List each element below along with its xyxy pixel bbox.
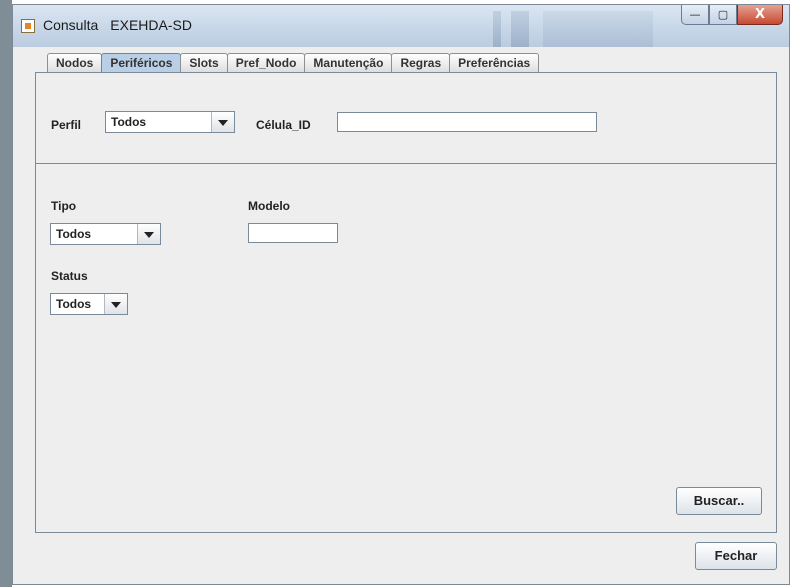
titlebar-decoration — [543, 11, 653, 47]
perfil-label: Perfil — [51, 118, 82, 132]
maximize-button[interactable]: ▢ — [709, 5, 737, 25]
window-title: Consulta EXEHDA-SD — [43, 17, 204, 33]
tab-bar: Nodos Periféricos Slots Pref_Nodo Manute… — [47, 53, 540, 73]
close-icon: X — [754, 7, 766, 22]
tipo-selected-value: Todos — [56, 227, 92, 241]
modelo-label: Modelo — [248, 199, 290, 213]
titlebar-decoration — [493, 11, 501, 47]
perifericos-panel: Perfil Todos Célula_ID Tipo Todos Modelo… — [35, 72, 777, 533]
tab-perifericos[interactable]: Periféricos — [101, 53, 182, 73]
tipo-label: Tipo — [51, 199, 77, 213]
tab-preferencias[interactable]: Preferências — [449, 53, 540, 73]
status-label: Status — [51, 269, 88, 283]
desktop-background — [0, 0, 12, 587]
celula-id-field[interactable] — [337, 112, 597, 132]
modelo-field[interactable] — [248, 223, 338, 243]
chevron-down-icon[interactable] — [211, 112, 234, 132]
tab-manutencao[interactable]: Manutenção — [304, 53, 393, 73]
status-select[interactable]: Todos — [50, 293, 128, 315]
window-title-part: EXEHDA-SD — [110, 17, 192, 33]
minimize-icon: — — [689, 8, 701, 21]
tab-slots[interactable]: Slots — [180, 53, 228, 73]
titlebar-decoration — [511, 11, 529, 47]
chevron-down-icon[interactable] — [104, 294, 127, 314]
maximize-icon: ▢ — [717, 8, 729, 21]
tipo-select[interactable]: Todos — [50, 223, 161, 245]
window-title-part: Consulta — [43, 17, 99, 33]
status-selected-value: Todos — [56, 297, 92, 311]
app-icon — [21, 19, 35, 33]
tab-nodos[interactable]: Nodos — [47, 53, 103, 73]
chevron-down-icon[interactable] — [137, 224, 160, 244]
fechar-button[interactable]: Fechar — [695, 542, 777, 570]
tab-regras[interactable]: Regras — [391, 53, 451, 73]
tab-pref-nodo[interactable]: Pref_Nodo — [226, 53, 306, 73]
section-divider — [36, 163, 776, 164]
celula-id-label: Célula_ID — [256, 118, 311, 132]
buscar-button[interactable]: Buscar.. — [676, 487, 762, 515]
window-controls: — ▢ X — [681, 5, 783, 25]
perfil-selected-value: Todos — [111, 115, 147, 129]
minimize-button[interactable]: — — [681, 5, 709, 25]
title-bar[interactable]: Consulta EXEHDA-SD — ▢ X — [13, 5, 789, 47]
application-window: Consulta EXEHDA-SD — ▢ X Nodos Periférico… — [12, 4, 790, 585]
perfil-select[interactable]: Todos — [105, 111, 235, 133]
close-button[interactable]: X — [737, 5, 783, 25]
